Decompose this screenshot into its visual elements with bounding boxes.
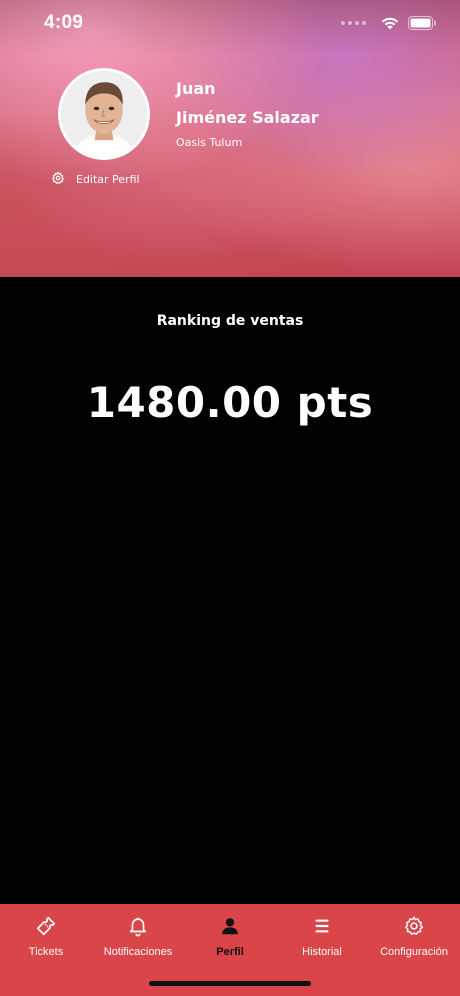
ticket-icon xyxy=(35,914,57,938)
profile-last-name: Jiménez Salazar xyxy=(176,108,319,127)
avatar[interactable] xyxy=(58,68,150,160)
edit-profile-label: Editar Perfil xyxy=(76,173,140,186)
ranking-points: 1480.00 pts xyxy=(86,378,374,427)
battery-icon xyxy=(408,15,436,30)
tab-label: Configuración xyxy=(380,946,448,958)
gear-icon xyxy=(403,914,425,938)
profile-location: Oasis Tulum xyxy=(176,136,243,149)
list-icon xyxy=(311,914,333,938)
tab-label: Notificaciones xyxy=(103,946,173,958)
tab-label: Tickets xyxy=(28,946,64,958)
avatar-photo xyxy=(61,71,147,157)
tab-label: Perfil xyxy=(216,946,244,958)
edit-profile-button[interactable]: Editar Perfil xyxy=(51,170,140,189)
tab-configuracion[interactable]: Configuración xyxy=(368,904,460,996)
user-icon xyxy=(219,914,241,938)
bell-icon xyxy=(127,914,149,938)
status-icons xyxy=(341,15,436,30)
tab-tickets[interactable]: Tickets xyxy=(0,904,92,996)
tab-label: Historial xyxy=(302,946,342,958)
wifi-icon xyxy=(380,15,400,30)
status-time: 4:09 xyxy=(44,12,84,33)
status-bar: 4:09 xyxy=(0,0,460,48)
home-indicator[interactable] xyxy=(149,981,311,986)
ranking-title: Ranking de ventas xyxy=(156,313,304,329)
profile-first-name: Juan xyxy=(176,79,216,98)
gear-icon xyxy=(51,170,65,189)
cellular-signal-icon xyxy=(341,20,366,25)
